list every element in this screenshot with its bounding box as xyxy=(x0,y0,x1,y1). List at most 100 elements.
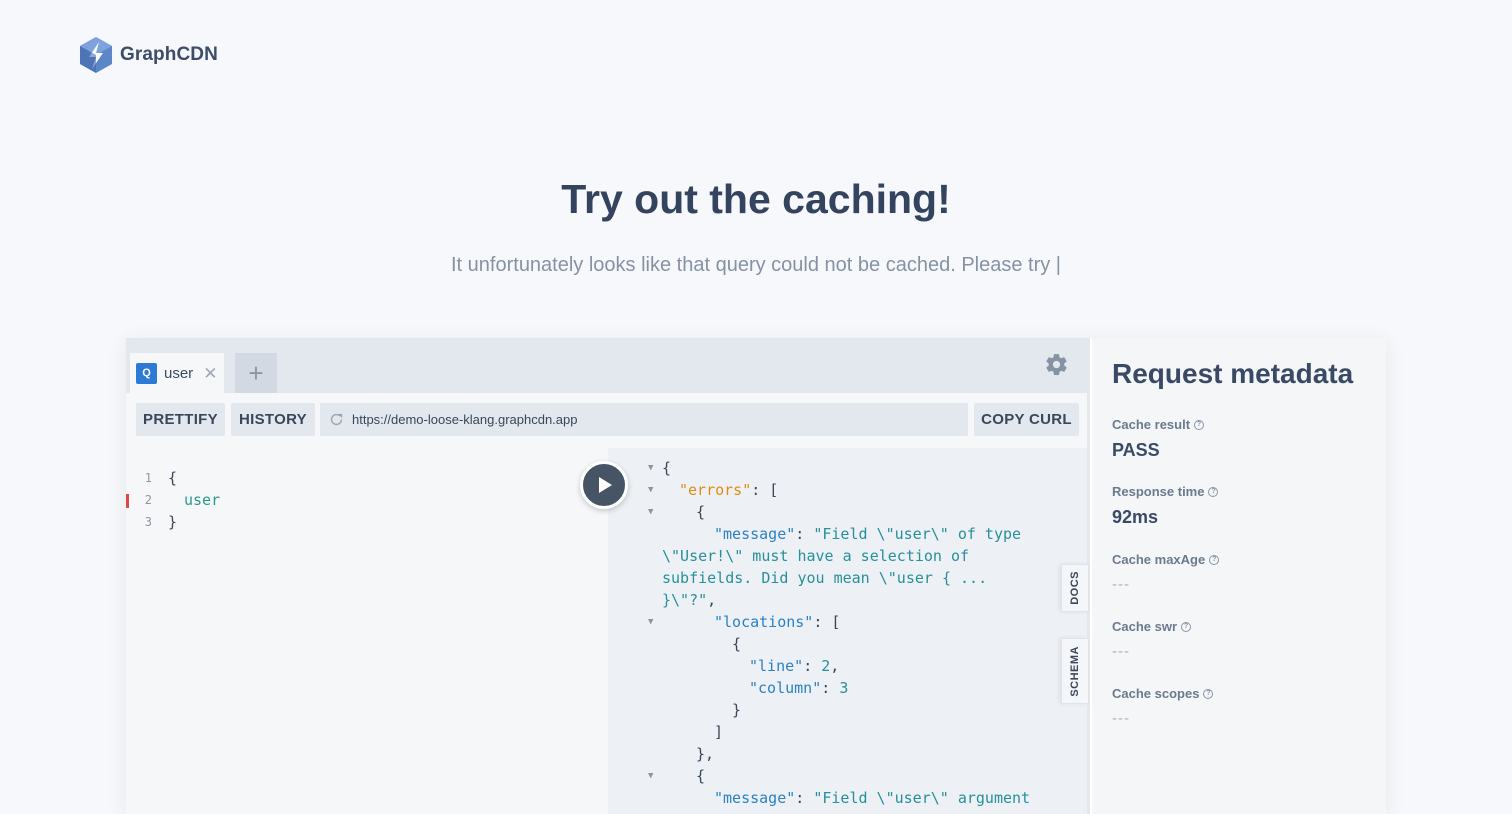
editor-line: 2 user xyxy=(126,489,220,511)
docs-tab-label: DOCS xyxy=(1069,571,1081,605)
editor-line: 1 { xyxy=(126,467,177,489)
result-text: , xyxy=(707,591,717,609)
result-value: 2 xyxy=(821,657,831,675)
result-line: ▼ { xyxy=(608,765,705,787)
result-text: : [ xyxy=(751,481,779,499)
result-line: \"User!\" must have a selection of xyxy=(608,545,969,567)
result-text: : xyxy=(803,657,822,675)
result-key: "line" xyxy=(749,657,804,675)
code-text: } xyxy=(168,513,178,531)
result-line: } xyxy=(608,699,741,721)
collapse-arrow-icon[interactable]: ▼ xyxy=(648,771,653,781)
page-title: Try out the caching! xyxy=(561,176,951,222)
label-text: Cache swr xyxy=(1112,619,1178,634)
code-text: user xyxy=(184,491,221,509)
result-value: 3 xyxy=(839,679,849,697)
result-line: ▼ "errors" : [ xyxy=(608,479,778,501)
docs-tab[interactable]: DOCS xyxy=(1061,564,1089,612)
schema-tab[interactable]: SCHEMA xyxy=(1061,638,1089,704)
result-text: : xyxy=(795,789,814,807)
execute-query-button[interactable] xyxy=(580,461,628,509)
error-marker xyxy=(126,494,129,508)
result-value: subfields. Did you mean \"user { ... xyxy=(662,569,988,587)
result-key: "column" xyxy=(749,679,822,697)
endpoint-url-input[interactable]: https://demo-loose-klang.graphcdn.app xyxy=(320,403,968,436)
cache-scopes-value: --- xyxy=(1112,710,1130,727)
help-icon[interactable]: ? xyxy=(1203,688,1214,699)
cache-result-label: Cache result ? xyxy=(1112,417,1205,432)
result-viewer: ▼ { ▼ "errors" : [ ▼ { "message" : "Fiel… xyxy=(608,448,1087,814)
result-line: "message" : "Field \"user\" of type xyxy=(608,523,1021,545)
result-line: "column" : 3 xyxy=(608,677,848,699)
label-text: Response time xyxy=(1112,484,1205,499)
collapse-arrow-icon[interactable]: ▼ xyxy=(648,507,653,517)
toolbar: PRETTIFY HISTORY https://demo-loose-klan… xyxy=(126,393,1087,448)
cache-result-value: PASS xyxy=(1112,440,1160,460)
code-text: { xyxy=(168,469,178,487)
result-value: "Field \"user\" argument xyxy=(813,789,1031,807)
response-time-value: 92ms xyxy=(1112,507,1159,527)
tab-bar: Q user ✕ + xyxy=(126,338,1087,393)
collapse-arrow-icon[interactable]: ▼ xyxy=(648,485,653,495)
collapse-arrow-icon[interactable]: ▼ xyxy=(648,617,653,627)
result-key: "message" xyxy=(714,789,796,807)
graphcdn-logo-icon xyxy=(80,37,112,73)
result-line: ▼ "locations" : [ xyxy=(608,611,840,633)
prettify-button[interactable]: PRETTIFY xyxy=(136,403,225,436)
cache-maxage-label: Cache maxAge ? xyxy=(1112,552,1220,567)
history-button[interactable]: HISTORY xyxy=(231,403,315,436)
label-text: Cache scopes xyxy=(1112,686,1200,701)
result-key: "errors" xyxy=(679,481,752,499)
line-number: 1 xyxy=(144,471,152,485)
result-key: "message" xyxy=(714,525,796,543)
help-icon[interactable]: ? xyxy=(1208,486,1219,497)
tab-user[interactable]: Q user ✕ xyxy=(130,353,224,393)
result-text: { xyxy=(732,635,742,653)
schema-tab-label: SCHEMA xyxy=(1069,645,1081,697)
playground-editor-area: Q user ✕ + PRETTIFY HISTORY https://demo… xyxy=(126,338,1090,814)
result-value: \"User!\" must have a selection of xyxy=(662,547,970,565)
endpoint-url-text: https://demo-loose-klang.graphcdn.app xyxy=(352,412,578,427)
result-text: }, xyxy=(696,745,715,763)
reload-icon[interactable] xyxy=(328,411,345,428)
result-text: } xyxy=(732,701,742,719)
help-icon[interactable]: ? xyxy=(1181,621,1192,632)
result-line: "line" : 2 , xyxy=(608,655,839,677)
result-value: "Field \"user\" of type xyxy=(813,525,1022,543)
close-icon[interactable]: ✕ xyxy=(203,365,217,382)
result-text: { xyxy=(696,767,706,785)
brand-logo[interactable]: GraphCDN xyxy=(78,36,218,74)
brand-name: GraphCDN xyxy=(120,44,218,65)
result-value: }\"?" xyxy=(662,591,708,609)
cache-scopes-label: Cache scopes ? xyxy=(1112,686,1214,701)
help-icon[interactable]: ? xyxy=(1194,419,1205,430)
result-text: : xyxy=(821,679,840,697)
result-text: ] xyxy=(714,723,724,741)
cache-swr-value: --- xyxy=(1112,643,1130,660)
result-line: }\"?" , xyxy=(608,589,716,611)
result-text: { xyxy=(662,459,672,477)
add-tab-button[interactable]: + xyxy=(235,353,277,393)
result-text: { xyxy=(696,503,706,521)
query-editor[interactable]: 1 { 2 user 3 } xyxy=(126,448,608,814)
gear-icon[interactable] xyxy=(1044,352,1069,377)
help-icon[interactable]: ? xyxy=(1209,554,1220,565)
result-text: , xyxy=(830,657,840,675)
request-metadata-panel: Request metadata Cache result ? PASS Res… xyxy=(1092,338,1386,814)
result-line: ▼ { xyxy=(608,501,705,523)
label-text: Cache maxAge xyxy=(1112,552,1206,567)
cache-swr-label: Cache swr ? xyxy=(1112,619,1192,634)
result-key: "locations" xyxy=(714,613,814,631)
copy-curl-button[interactable]: COPY CURL xyxy=(974,403,1079,436)
result-line: subfields. Did you mean \"user { ... xyxy=(608,567,987,589)
result-text: : [ xyxy=(813,613,841,631)
line-number: 3 xyxy=(144,515,152,529)
result-line: "message" : "Field \"user\" argument xyxy=(608,787,1030,809)
cache-maxage-value: --- xyxy=(1112,576,1130,593)
line-number: 2 xyxy=(144,493,152,507)
label-text: Cache result xyxy=(1112,417,1191,432)
metadata-title: Request metadata xyxy=(1112,358,1354,389)
editor-line: 3 } xyxy=(126,511,177,533)
collapse-arrow-icon[interactable]: ▼ xyxy=(648,463,653,473)
play-icon xyxy=(599,477,612,493)
